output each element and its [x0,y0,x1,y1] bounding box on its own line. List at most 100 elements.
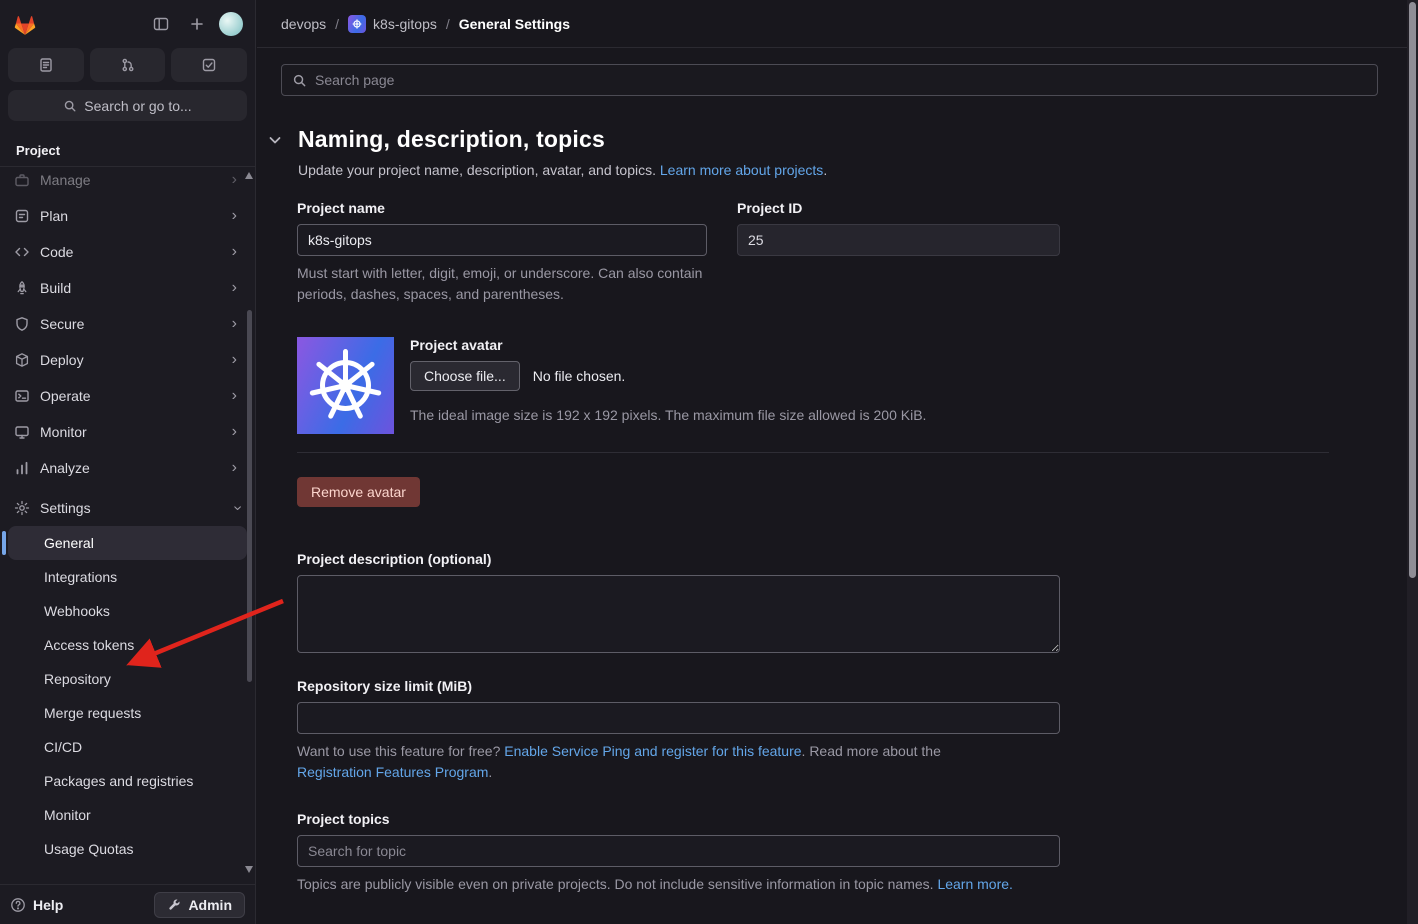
manage-icon [14,172,30,188]
project-description-label: Project description (optional) [297,551,1329,567]
sidebar-item-label: Build [40,278,71,298]
sidebar-subitem-label: Repository [44,669,111,689]
registration-features-program-link[interactable]: Registration Features Program [297,764,488,780]
sidebar-item-deploy[interactable]: Deploy › [8,342,247,378]
sidebar-item-secure[interactable]: Secure › [8,306,247,342]
sidebar-item-webhooks[interactable]: Webhooks [8,594,247,628]
project-topics-input[interactable] [297,835,1060,867]
project-name-help: Must start with letter, digit, emoji, or… [297,263,707,305]
project-description-textarea[interactable] [297,575,1060,653]
no-file-chosen-text: No file chosen. [533,368,626,384]
main-content: devops / k8s-gitops / General Settings [257,0,1418,924]
sidebar-item-label: Plan [40,206,68,226]
sidebar-subitem-label: Merge requests [44,703,141,723]
section-subtitle: Update your project name, description, a… [298,162,1418,178]
page-search-box [281,64,1378,96]
sidebar-item-label: Monitor [40,422,87,442]
sidebar-item-packages-registries[interactable]: Packages and registries [8,764,208,798]
user-avatar[interactable] [219,12,243,36]
sidebar-item-merge-requests[interactable]: Merge requests [8,696,247,730]
help-label: Help [33,897,63,913]
breadcrumb-separator: / [446,16,450,32]
sidebar: Search or go to... Project Manage › Plan… [0,0,256,924]
repository-size-limit-input[interactable] [297,702,1060,734]
plan-icon [14,208,30,224]
sidebar-item-code[interactable]: Code › [8,234,247,270]
issues-shortcut-button[interactable] [8,48,84,82]
search-or-go-to-button[interactable]: Search or go to... [8,90,247,121]
issues-icon [38,57,54,73]
sidebar-item-monitor[interactable]: Monitor › [8,414,247,450]
page-search-input[interactable] [315,72,1367,88]
scroll-up-arrow-icon[interactable] [245,172,253,179]
sidebar-item-operate[interactable]: Operate › [8,378,247,414]
sidebar-toggle-button[interactable] [147,10,175,38]
sidebar-item-label: Deploy [40,350,84,370]
kubernetes-wheel-icon [297,337,394,434]
admin-button[interactable]: Admin [154,892,245,918]
sidebar-item-general[interactable]: General [8,526,247,560]
admin-label: Admin [188,897,232,913]
remove-avatar-button[interactable]: Remove avatar [297,477,420,507]
breadcrumb-project-link[interactable]: k8s-gitops [373,16,437,32]
sidebar-subitem-label: General [44,533,94,553]
sidebar-item-label: Code [40,242,73,262]
choose-file-button[interactable]: Choose file... [410,361,520,391]
breadcrumb-group-link[interactable]: devops [281,16,326,32]
project-name-input[interactable] [297,224,707,256]
scroll-down-arrow-icon[interactable] [245,866,253,873]
sidebar-item-repository[interactable]: Repository [8,662,247,696]
project-id-input[interactable] [737,224,1060,256]
section-title: Naming, description, topics [298,126,605,153]
help-text: . Read more about the [802,743,941,759]
sidebar-item-settings[interactable]: Settings › [8,490,247,526]
sidebar-scrollbar-thumb[interactable] [247,310,252,682]
sidebar-item-integrations[interactable]: Integrations [8,560,247,594]
merge-request-icon [120,57,136,73]
sidebar-subitem-label: Packages and registries [44,771,193,791]
period-text: . [823,162,827,178]
plus-icon [189,16,205,32]
build-rocket-icon [14,280,30,296]
topics-learn-more-link[interactable]: Learn more. [937,876,1012,892]
page-scrollbar-thumb[interactable] [1409,2,1416,578]
section-subtitle-text: Update your project name, description, a… [298,162,656,178]
todos-shortcut-button[interactable] [171,48,247,82]
repository-size-limit-help: Want to use this feature for free? Enabl… [297,741,1017,783]
chevron-right-icon: › [232,352,241,368]
sidebar-item-build[interactable]: Build › [8,270,247,306]
service-ping-register-link[interactable]: Enable Service Ping and register for thi… [504,743,801,759]
project-avatar-image [297,337,394,434]
sidebar-subitem-label: Integrations [44,567,117,587]
todo-check-icon [201,57,217,73]
terminal-icon [14,388,30,404]
learn-more-projects-link[interactable]: Learn more about projects [660,162,823,178]
merge-requests-shortcut-button[interactable] [90,48,166,82]
sidebar-item-label: Operate [40,386,91,406]
sidebar-item-monitor-settings[interactable]: Monitor [8,798,247,832]
page-scrollbar-track[interactable] [1407,0,1418,924]
chevron-right-icon: › [232,208,241,224]
chevron-right-icon: › [232,280,241,296]
help-menu-button[interactable]: Help [10,897,63,913]
project-id-label: Project ID [737,200,1060,216]
sidebar-item-plan[interactable]: Plan › [8,198,247,234]
shield-icon [14,316,30,332]
sidebar-item-analyze[interactable]: Analyze › [8,450,247,486]
monitor-icon [14,424,30,440]
sidebar-item-access-tokens[interactable]: Access tokens [8,628,247,662]
create-new-button[interactable] [183,10,211,38]
sidebar-item-usage-quotas[interactable]: Usage Quotas [8,832,247,866]
gitlab-logo-icon[interactable] [12,12,38,37]
sidebar-item-label: Settings [40,498,91,518]
question-icon [10,897,26,913]
sidebar-item-cicd[interactable]: CI/CD [8,730,247,764]
sidebar-item-label: Manage [40,170,91,190]
sidebar-item-manage[interactable]: Manage › [8,167,247,198]
gear-icon [14,500,30,516]
project-name-label: Project name [297,200,707,216]
help-text: . [488,764,492,780]
project-topics-label: Project topics [297,811,1329,827]
collapse-section-chevron-icon[interactable] [267,132,283,148]
search-icon [292,73,307,88]
